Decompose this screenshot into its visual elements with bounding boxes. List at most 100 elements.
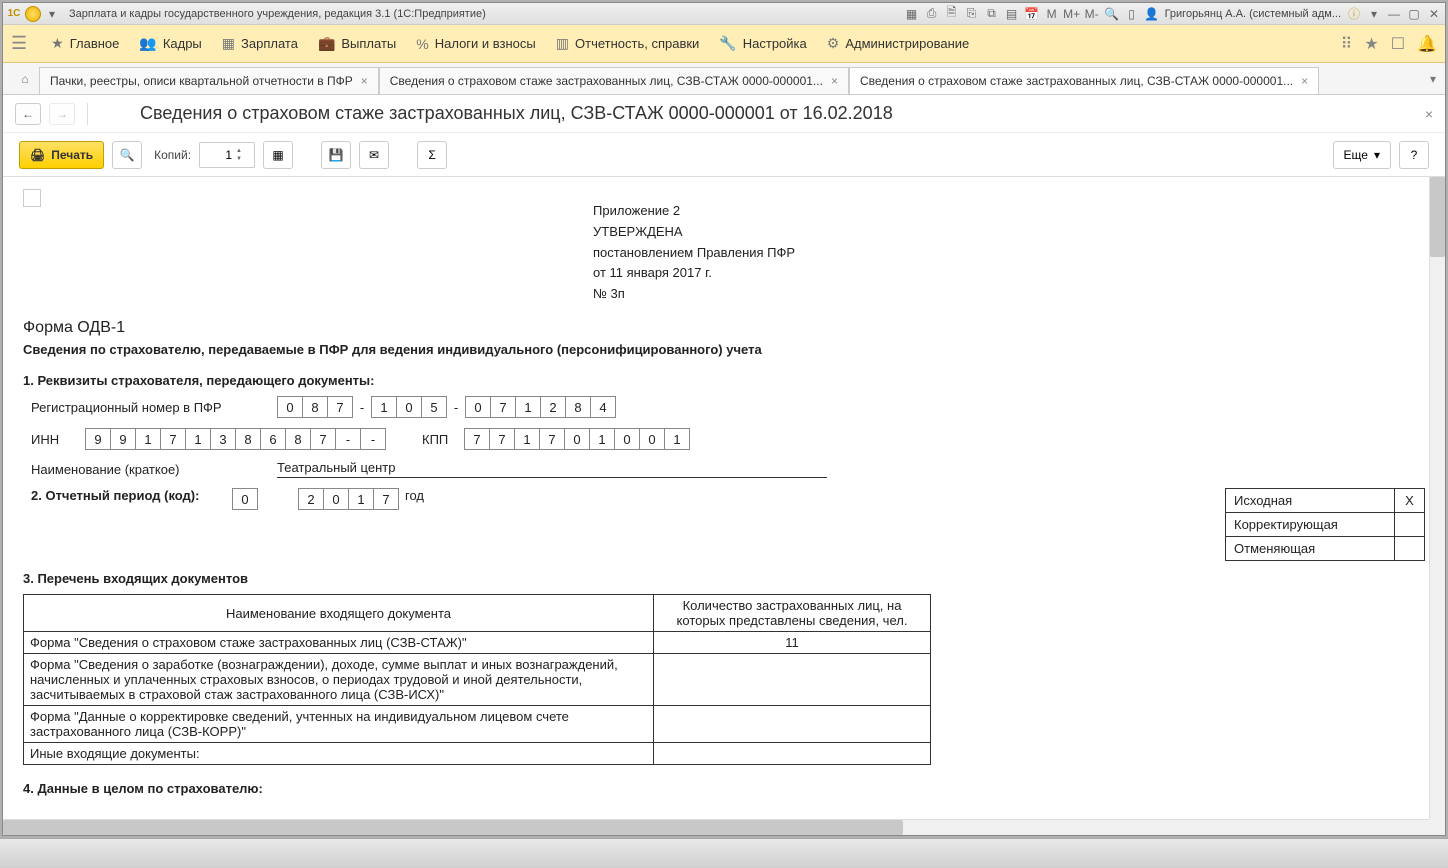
scrollbar-corner — [1429, 819, 1445, 835]
print-icon[interactable]: ⎙ — [925, 7, 939, 21]
cell: 4 — [590, 396, 616, 418]
main-menu: ☰ ★Главное 👥Кадры ▦Зарплата 💼Выплаты %На… — [3, 25, 1445, 63]
close-window-icon[interactable]: ✕ — [1427, 7, 1441, 21]
close-icon[interactable]: × — [831, 74, 838, 88]
tabs-row: ⌂ Пачки, реестры, описи квартальной отче… — [3, 63, 1445, 95]
cell: - — [360, 428, 386, 450]
page-title: Сведения о страховом стаже застрахованны… — [140, 103, 893, 124]
cell: 1 — [185, 428, 211, 450]
table-cell-name: Форма "Данные о корректировке сведений, … — [24, 706, 654, 743]
table-button[interactable]: ▦ — [263, 141, 293, 169]
cell: 7 — [373, 488, 399, 510]
scrollbar-vertical[interactable] — [1429, 177, 1445, 819]
more-button[interactable]: Еще ▾ — [1333, 141, 1391, 169]
table-cell-count: 11 — [654, 632, 931, 654]
scrollbar-thumb[interactable] — [3, 820, 903, 835]
menu-label: Налоги и взносы — [435, 36, 536, 51]
copies-field[interactable] — [204, 148, 232, 162]
copies-input[interactable]: ▲▼ — [199, 142, 255, 168]
m-minus-icon[interactable]: M- — [1085, 7, 1099, 21]
menu-item-vyplaty[interactable]: 💼Выплаты — [318, 35, 396, 52]
close-icon[interactable]: × — [361, 74, 368, 88]
mail-button[interactable]: ✉ — [359, 141, 389, 169]
dropdown-icon[interactable]: ▾ — [45, 7, 59, 21]
cell: 0 — [614, 428, 640, 450]
menu-label: Зарплата — [241, 36, 298, 51]
sigma-button[interactable]: Σ — [417, 141, 447, 169]
maximize-icon[interactable]: ▢ — [1407, 7, 1421, 21]
zoom-icon[interactable]: 🔍 — [1105, 7, 1119, 21]
m-plus-icon[interactable]: M+ — [1065, 7, 1079, 21]
people-icon: 👥 — [139, 35, 156, 52]
tab-3[interactable]: Сведения о страховом стаже застрахованны… — [849, 67, 1319, 94]
type-label: Корректирующая — [1226, 513, 1394, 536]
menu-label: Выплаты — [341, 36, 396, 51]
doc-icon[interactable]: 🗎 — [945, 7, 959, 21]
menu-item-nalogi[interactable]: %Налоги и взносы — [416, 36, 536, 52]
cell: 7 — [489, 428, 515, 450]
titlebar-icon[interactable]: ▦ — [905, 7, 919, 21]
close-icon[interactable]: × — [1301, 74, 1308, 88]
menu-item-kadry[interactable]: 👥Кадры — [139, 35, 201, 52]
section-4: 4. Данные в целом по страхователю: — [23, 781, 1425, 796]
apps-icon[interactable]: ⠿ — [1341, 34, 1353, 54]
home-tab[interactable]: ⌂ — [11, 63, 39, 94]
tab-2[interactable]: Сведения о страховом стаже застрахованны… — [379, 67, 849, 94]
menu-item-admin[interactable]: ⚙Администрирование — [827, 35, 970, 52]
appendix-line: Приложение 2 — [593, 201, 1425, 222]
cell: 1 — [515, 396, 541, 418]
report-icon: ▥ — [556, 35, 569, 52]
cell: 8 — [302, 396, 328, 418]
spinner[interactable]: ▲▼ — [236, 147, 242, 163]
calendar-icon[interactable]: 📅 — [1025, 7, 1039, 21]
info-dropdown-icon[interactable]: ▾ — [1367, 7, 1381, 21]
nav-row: ← → Сведения о страховом стаже застрахов… — [3, 95, 1445, 133]
menu-item-main[interactable]: ★Главное — [51, 35, 119, 52]
preview-button[interactable]: 🔍 — [112, 141, 142, 169]
main-window: 1C ▾ Зарплата и кадры государственного у… — [2, 2, 1446, 836]
user-label[interactable]: Григорьянц А.А. (системный адм... — [1165, 8, 1341, 20]
menu-item-zarplata[interactable]: ▦Зарплата — [222, 35, 298, 52]
document-scroll[interactable]: Приложение 2 УТВЕРЖДЕНА постановлением П… — [3, 177, 1445, 835]
panel-icon[interactable]: ▯ — [1125, 7, 1139, 21]
menu-burger-icon[interactable]: ☰ — [11, 33, 27, 54]
section-3: 3. Перечень входящих документов — [23, 571, 1425, 586]
dash: - — [353, 400, 371, 415]
scrollbar-horizontal[interactable] — [3, 819, 1429, 835]
nav-back-button[interactable]: ← — [15, 103, 41, 125]
m-icon[interactable]: M — [1045, 7, 1059, 21]
info-icon[interactable]: ⓘ — [1347, 7, 1361, 21]
print-button[interactable]: 🖨 Печать — [19, 141, 104, 169]
fav-icon[interactable]: ★ — [1364, 34, 1378, 54]
appendix-line: УТВЕРЖДЕНА — [593, 222, 1425, 243]
table-cell-count — [654, 706, 931, 743]
cell: 7 — [539, 428, 565, 450]
clipboard-icon[interactable]: ⎘ — [965, 7, 979, 21]
cell: 0 — [465, 396, 491, 418]
table-row: Форма "Данные о корректировке сведений, … — [24, 706, 931, 743]
bell-icon[interactable]: 🔔 — [1417, 34, 1437, 54]
menu-item-otchet[interactable]: ▥Отчетность, справки — [556, 35, 700, 52]
calc-icon[interactable]: ▤ — [1005, 7, 1019, 21]
cell: 8 — [565, 396, 591, 418]
nav-forward-button[interactable]: → — [49, 103, 75, 125]
table-row: Форма "Сведения о заработке (вознагражде… — [24, 654, 931, 706]
minimize-icon[interactable]: — — [1387, 7, 1401, 21]
period-code-cell: 0 — [232, 488, 258, 510]
history-icon[interactable]: ☐ — [1391, 34, 1405, 54]
close-page-button[interactable]: × — [1425, 106, 1433, 122]
copy-icon[interactable]: ⧉ — [985, 7, 999, 21]
circle-icon[interactable] — [25, 6, 41, 22]
type-check: X — [1394, 489, 1424, 512]
help-button[interactable]: ? — [1399, 141, 1429, 169]
save-button[interactable]: 💾 — [321, 141, 351, 169]
year-cells: 2017 — [298, 488, 399, 510]
cell: 2 — [540, 396, 566, 418]
name-value: Театральный центр — [277, 460, 827, 478]
menu-item-nastroika[interactable]: 🔧Настройка — [719, 35, 806, 52]
tab-dropdown[interactable]: ▾ — [1421, 63, 1445, 94]
os-taskbar[interactable] — [0, 838, 1448, 868]
tab-1[interactable]: Пачки, реестры, описи квартальной отчетн… — [39, 67, 379, 94]
scrollbar-thumb[interactable] — [1430, 177, 1445, 257]
table-row: Иные входящие документы: — [24, 743, 931, 765]
